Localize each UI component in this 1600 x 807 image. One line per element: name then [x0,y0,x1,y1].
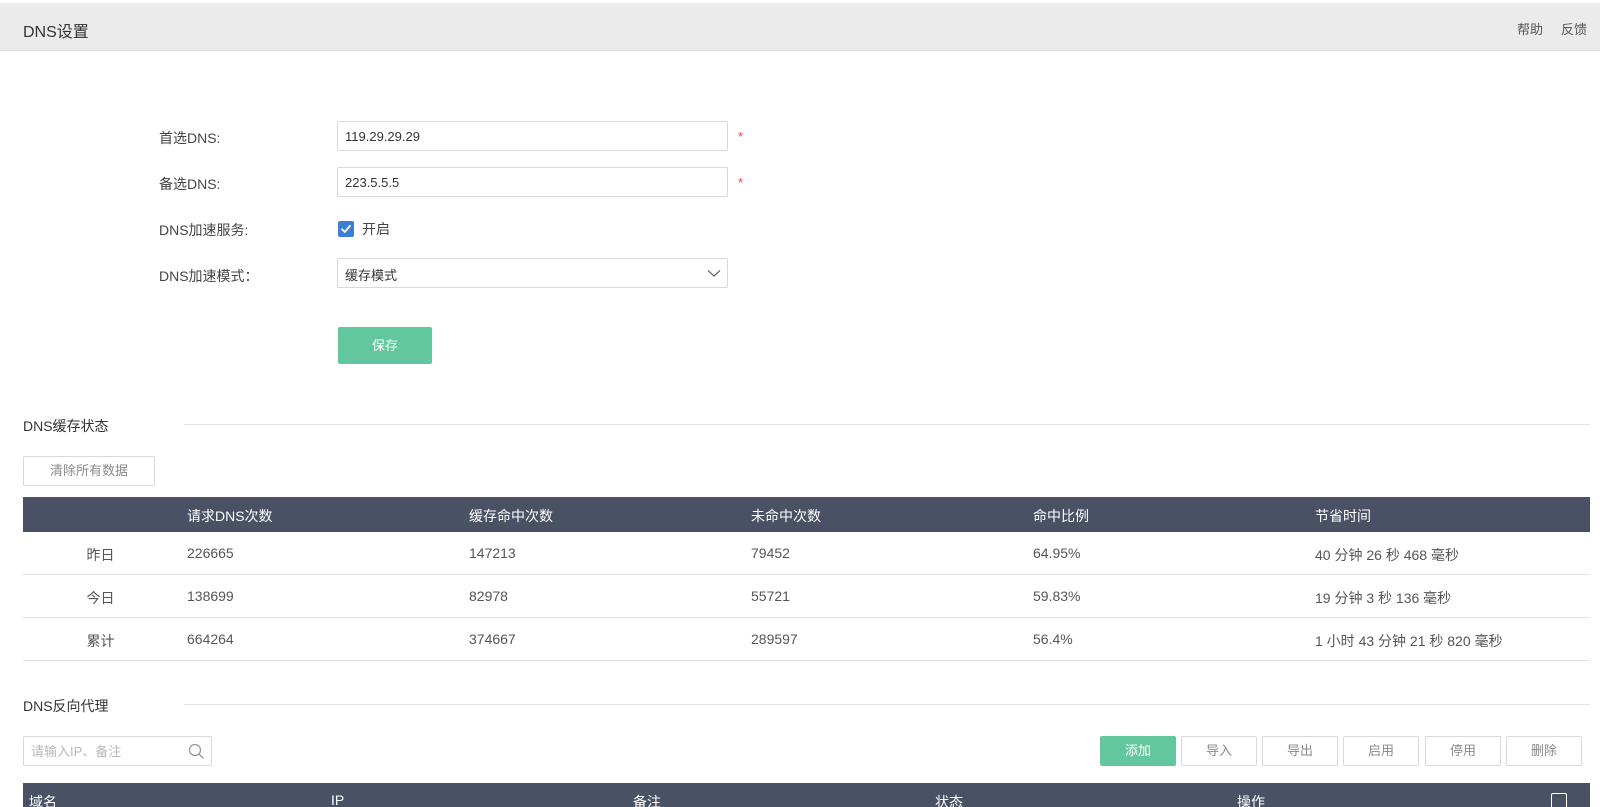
clear-all-data-button[interactable]: 清除所有数据 [23,456,155,486]
chevron-down-icon [707,270,721,277]
select-all-checkbox[interactable] [1551,793,1567,807]
column-header: 状态 [935,794,963,807]
accel-service-checkbox-label[interactable]: 开启 [362,219,390,239]
search-input[interactable] [24,737,184,765]
table-cell: 1 小时 43 分钟 21 秒 820 毫秒 [1315,633,1503,649]
row-label: 昨日 [86,547,115,563]
table-row: 今日 138699 82978 55721 59.83% 19 分钟 3 秒 1… [23,575,1590,618]
search-icon[interactable] [188,743,205,760]
accel-mode-select[interactable]: 缓存模式 [337,258,728,288]
table-cell: 55721 [751,588,790,604]
row-label: 累计 [86,633,115,649]
column-header: 命中比例 [1033,508,1089,524]
table-cell: 79452 [751,545,790,561]
delete-button[interactable]: 删除 [1506,736,1582,766]
table-cell: 82978 [469,588,508,604]
accel-service-checkbox[interactable] [338,221,354,237]
column-header: 操作 [1237,794,1265,807]
reverse-proxy-table-header: 域名 IP 备注 状态 操作 [23,783,1590,807]
column-header: 域名 [29,794,57,807]
add-button[interactable]: 添加 [1100,736,1176,766]
primary-dns-input[interactable] [337,121,728,151]
primary-dns-label: 首选DNS: [159,130,221,146]
disable-button[interactable]: 停用 [1425,736,1501,766]
table-row: 累计 664264 374667 289597 56.4% 1 小时 43 分钟… [23,618,1590,661]
column-header: 未命中次数 [751,508,821,524]
page-title: DNS设置 [23,24,89,41]
help-link[interactable]: 帮助 [1517,19,1543,38]
search-box [23,736,212,766]
row-label: 今日 [86,590,115,606]
table-cell: 64.95% [1033,545,1081,561]
column-header: 备注 [633,794,661,807]
checkmark-icon [341,224,351,233]
table-cell: 138699 [187,588,234,604]
column-header: IP [331,792,345,807]
column-header: 缓存命中次数 [469,508,553,524]
accel-mode-selected-value: 缓存模式 [345,268,398,283]
top-bar: DNS设置 帮助 反馈 [0,3,1600,51]
save-button[interactable]: 保存 [338,327,432,364]
secondary-dns-label: 备选DNS: [159,176,221,192]
table-row: 昨日 226665 147213 79452 64.95% 40 分钟 26 秒… [23,532,1590,575]
accel-service-label: DNS加速服务: [159,222,249,238]
enable-button[interactable]: 启用 [1343,736,1419,766]
primary-dns-required-mark: * [738,129,744,144]
column-header: 节省时间 [1315,508,1371,524]
table-cell: 56.4% [1033,631,1073,647]
cache-stats-table: 请求DNS次数 缓存命中次数 未命中次数 命中比例 节省时间 昨日 226665… [23,497,1590,661]
table-cell: 226665 [187,545,234,561]
table-cell: 19 分钟 3 秒 136 毫秒 [1315,590,1452,606]
table-cell: 289597 [751,631,798,647]
reverse-proxy-section-title: DNS反向代理 [23,698,109,714]
accel-mode-label: DNS加速模式： [159,268,259,284]
table-cell: 147213 [469,545,516,561]
secondary-dns-input[interactable] [337,167,728,197]
section-divider [184,704,1590,705]
feedback-link[interactable]: 反馈 [1561,19,1587,38]
export-button[interactable]: 导出 [1262,736,1338,766]
section-divider [184,424,1590,425]
table-cell: 40 分钟 26 秒 468 毫秒 [1315,547,1459,563]
table-cell: 664264 [187,631,234,647]
import-button[interactable]: 导入 [1181,736,1257,766]
secondary-dns-required-mark: * [738,175,744,190]
table-cell: 59.83% [1033,588,1081,604]
column-header: 请求DNS次数 [187,508,273,524]
cache-status-section-title: DNS缓存状态 [23,418,109,434]
table-cell: 374667 [469,631,516,647]
table-header: 请求DNS次数 缓存命中次数 未命中次数 命中比例 节省时间 [23,497,1590,532]
